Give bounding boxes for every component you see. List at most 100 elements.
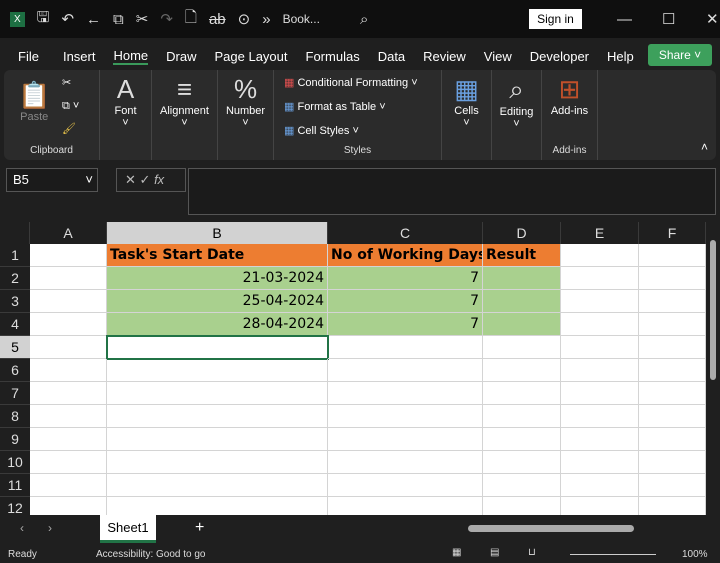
minimize-icon[interactable]: —	[617, 11, 632, 28]
cell-E3[interactable]	[561, 290, 639, 313]
row-header-1[interactable]: 1	[0, 244, 30, 267]
copy-icon[interactable]: ⧉	[113, 11, 124, 28]
cell-B11[interactable]	[107, 474, 328, 497]
cell-B5[interactable]	[106, 335, 329, 360]
row-header-2[interactable]: 2	[0, 267, 30, 290]
cell-D11[interactable]	[483, 474, 561, 497]
cell-C1[interactable]: No of Working Days	[328, 244, 483, 267]
tab-view[interactable]: View	[484, 49, 512, 64]
save-icon[interactable]: 🖫	[37, 7, 50, 32]
cell-C2[interactable]: 7	[328, 267, 483, 290]
cell-E9[interactable]	[561, 428, 639, 451]
formula-input[interactable]	[188, 168, 716, 215]
cell-D6[interactable]	[483, 359, 561, 382]
cell-C10[interactable]	[328, 451, 483, 474]
cell-A2[interactable]	[30, 267, 107, 290]
cell-D8[interactable]	[483, 405, 561, 428]
row-header-3[interactable]: 3	[0, 290, 30, 313]
row-header-8[interactable]: 8	[0, 405, 30, 428]
cell-B2[interactable]: 21-03-2024	[107, 267, 328, 290]
cell-C9[interactable]	[328, 428, 483, 451]
tab-formulas[interactable]: Formulas	[306, 49, 360, 64]
search-icon[interactable]: ⌕	[360, 11, 368, 28]
cell-C11[interactable]	[328, 474, 483, 497]
new-file-icon[interactable]: 🗋	[185, 7, 197, 32]
name-box[interactable]: B5 ˅	[6, 168, 98, 192]
cell-B7[interactable]	[107, 382, 328, 405]
cell-F8[interactable]	[639, 405, 706, 428]
tab-insert[interactable]: Insert	[63, 49, 96, 64]
number-button[interactable]: % Number ˅	[218, 70, 274, 160]
format-painter-icon[interactable]: 🖌	[62, 122, 76, 135]
sign-in-button[interactable]: Sign in	[529, 9, 582, 29]
strikethrough-icon[interactable]: ab	[209, 11, 226, 28]
cell-F4[interactable]	[639, 313, 706, 336]
cell-F11[interactable]	[639, 474, 706, 497]
cell-B1[interactable]: Task's Start Date	[107, 244, 328, 267]
tab-page-layout[interactable]: Page Layout	[215, 49, 288, 64]
insert-function-button[interactable]: fx	[154, 172, 164, 187]
cell-E1[interactable]	[561, 244, 639, 267]
row-header-10[interactable]: 10	[0, 451, 30, 474]
tab-help[interactable]: Help	[607, 49, 634, 64]
row-header-11[interactable]: 11	[0, 474, 30, 497]
column-header-A[interactable]: A	[30, 222, 107, 244]
cell-E10[interactable]	[561, 451, 639, 474]
cell-A5[interactable]	[30, 336, 107, 359]
column-header-B[interactable]: B	[107, 222, 328, 244]
spreadsheet-grid[interactable]: A B C D E F 1 Task's Start Date No of Working Da…	[0, 222, 706, 520]
cell-F10[interactable]	[639, 451, 706, 474]
camera-icon[interactable]: ⊙	[238, 10, 251, 28]
row-header-5[interactable]: 5	[0, 336, 30, 359]
column-header-F[interactable]: F	[639, 222, 706, 244]
share-button[interactable]: Share ˅	[648, 44, 712, 66]
maximize-icon[interactable]: ☐	[662, 10, 675, 28]
back-icon[interactable]: ←	[86, 11, 101, 28]
cell-E7[interactable]	[561, 382, 639, 405]
cell-E6[interactable]	[561, 359, 639, 382]
cell-D2[interactable]	[483, 267, 561, 290]
select-all-corner[interactable]	[0, 222, 30, 244]
page-break-view-icon[interactable]: ⊔	[528, 547, 536, 558]
cell-B6[interactable]	[107, 359, 328, 382]
undo-icon[interactable]: ↶	[61, 10, 74, 28]
cell-D4[interactable]	[483, 313, 561, 336]
cell-A4[interactable]	[30, 313, 107, 336]
cell-D9[interactable]	[483, 428, 561, 451]
cell-A11[interactable]	[30, 474, 107, 497]
normal-view-icon[interactable]: ▦	[452, 547, 461, 558]
cell-B10[interactable]	[107, 451, 328, 474]
conditional-formatting-button[interactable]: ▦ Conditional Formatting ˅	[284, 76, 418, 89]
cell-D10[interactable]	[483, 451, 561, 474]
cut-icon[interactable]: ✂	[136, 10, 149, 28]
tab-review[interactable]: Review	[423, 49, 466, 64]
cell-B4[interactable]: 28-04-2024	[107, 313, 328, 336]
cell-C7[interactable]	[328, 382, 483, 405]
cell-E11[interactable]	[561, 474, 639, 497]
chevron-down-icon[interactable]: ˅	[85, 169, 93, 191]
column-header-C[interactable]: C	[328, 222, 483, 244]
editing-button[interactable]: ⌕ Editing ˅	[492, 70, 542, 160]
cell-C4[interactable]: 7	[328, 313, 483, 336]
cell-A3[interactable]	[30, 290, 107, 313]
column-header-D[interactable]: D	[483, 222, 561, 244]
cell-A6[interactable]	[30, 359, 107, 382]
cell-D1[interactable]: Result	[483, 244, 561, 267]
more-icon[interactable]: »	[262, 11, 270, 28]
enter-icon[interactable]: ✓	[140, 172, 151, 187]
prev-sheet-icon[interactable]: ‹	[20, 521, 24, 535]
cell-A1[interactable]	[30, 244, 107, 267]
paste-button[interactable]: 📋 Paste	[18, 76, 50, 123]
redo-icon[interactable]: ↷	[160, 10, 173, 28]
cell-F3[interactable]	[639, 290, 706, 313]
cell-A10[interactable]	[30, 451, 107, 474]
row-header-6[interactable]: 6	[0, 359, 30, 382]
sheet-tab-sheet1[interactable]: Sheet1	[100, 515, 156, 543]
tab-draw[interactable]: Draw	[166, 49, 196, 64]
cell-B8[interactable]	[107, 405, 328, 428]
tab-home[interactable]: Home	[113, 48, 149, 65]
cells-button[interactable]: ▦ Cells ˅	[442, 70, 492, 160]
cell-F2[interactable]	[639, 267, 706, 290]
cell-F9[interactable]	[639, 428, 706, 451]
cell-F1[interactable]	[639, 244, 706, 267]
